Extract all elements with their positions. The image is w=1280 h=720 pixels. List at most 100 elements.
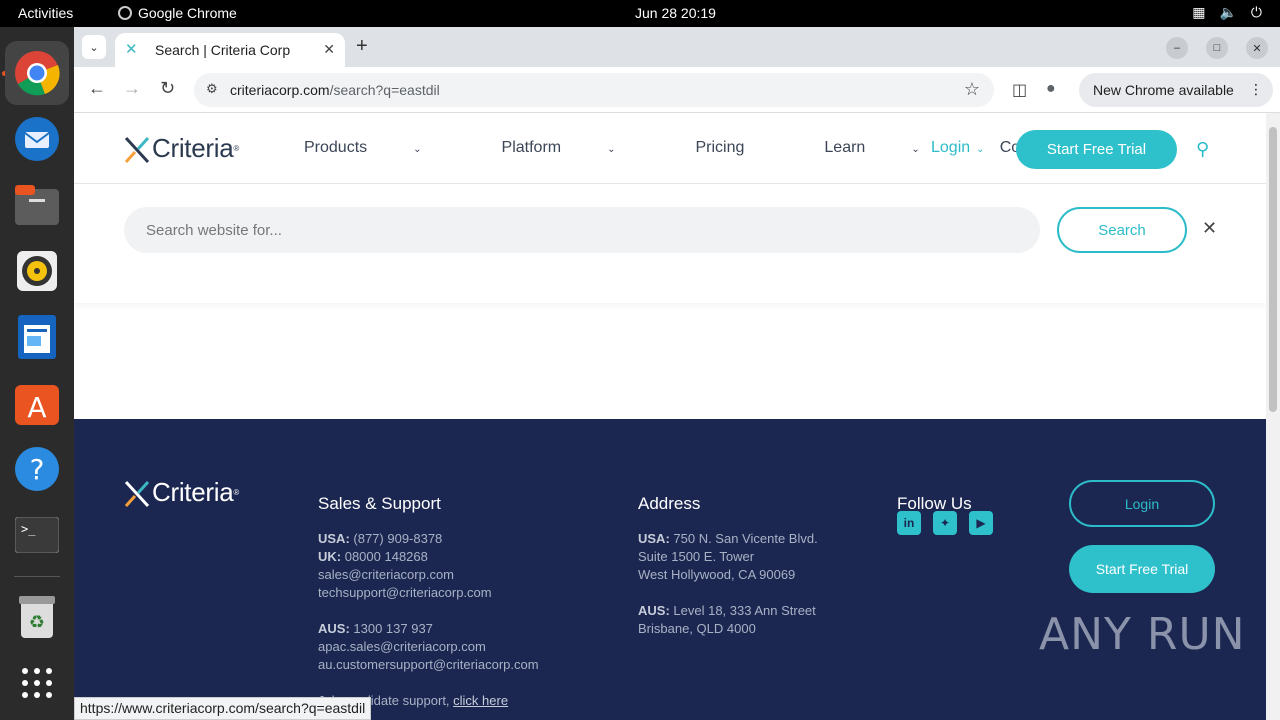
system-top-bar: Activities Google Chrome Jun 28 20:19 ▦ … [0, 0, 1280, 27]
chevron-down-icon: ⌄ [607, 144, 616, 155]
tab-strip: ⌄ ✕ Search | Criteria Corp ✕ + – □ ✕ [74, 27, 1280, 67]
search-input[interactable] [124, 207, 1040, 253]
addr-usa-label: USA: [638, 531, 670, 546]
addr-usa-line2: Suite 1500 E. Tower [638, 549, 755, 564]
youtube-icon[interactable]: ▶ [969, 511, 993, 535]
url-path: /search?q=eastdil [329, 82, 440, 98]
svg-text:>_: >_ [21, 522, 36, 536]
reload-button[interactable]: ↻ [160, 78, 175, 99]
addr-aus-label: AUS: [638, 603, 670, 618]
address-block: USA: 750 N. San Vicente Blvd. Suite 1500… [638, 530, 818, 638]
close-icon[interactable]: ✕ [1202, 218, 1217, 239]
browser-window: ⌄ ✕ Search | Criteria Corp ✕ + – □ ✕ ← →… [74, 27, 1280, 720]
apps-grid-icon[interactable] [5, 651, 69, 715]
browser-toolbar: ← → ↻ ⚙ criteriacorp.com/search?q=eastdi… [74, 67, 1280, 113]
web-page: Criteria ® Products ⌄ Platform ⌄ Pricing Le… [74, 113, 1266, 720]
usa-phone[interactable]: (877) 909-8378 [350, 531, 442, 546]
logo-text: Criteria [152, 133, 234, 163]
terminal-icon[interactable]: >_ [5, 503, 69, 567]
chrome-icon[interactable] [5, 41, 69, 105]
uk-phone[interactable]: 08000 148268 [341, 549, 428, 564]
help-icon[interactable]: ? [5, 437, 69, 501]
chevron-down-icon: ⌄ [413, 144, 422, 155]
activities-button[interactable]: Activities [18, 5, 73, 21]
twitter-icon[interactable]: ✦ [933, 511, 957, 535]
sales-email-link[interactable]: sales@criteriacorp.com [318, 566, 539, 584]
site-footer: Criteria ® Sales & Support USA: (877) 909… [74, 419, 1266, 720]
criteria-logo[interactable]: Criteria ® [124, 133, 239, 164]
writer-icon[interactable] [5, 305, 69, 369]
site-header: Criteria ® Products ⌄ Platform ⌄ Pricing Le… [74, 113, 1266, 184]
bookmark-star-icon[interactable]: ☆ [964, 79, 980, 100]
apac-email-link[interactable]: apac.sales@criteriacorp.com [318, 638, 539, 656]
update-label: New Chrome available [1093, 82, 1234, 98]
close-window-button[interactable]: ✕ [1246, 37, 1268, 59]
trash-icon[interactable]: ♻ [5, 585, 69, 649]
tab-search-button[interactable]: ⌄ [82, 35, 106, 59]
svg-text:♻: ♻ [29, 612, 45, 633]
footer-logo[interactable]: Criteria ® [124, 477, 239, 508]
footer-logo-text: Criteria [152, 477, 234, 507]
usa-label: USA: [318, 531, 350, 546]
tab-title: Search | Criteria Corp [155, 42, 291, 58]
page-scrollbar[interactable] [1266, 113, 1280, 720]
url-domain: criteriacorp.com [230, 82, 330, 98]
job-support-link[interactable]: click here [453, 693, 508, 708]
network-icon: ▦ [1192, 4, 1206, 20]
au-email-link[interactable]: au.customersupport@criteriacorp.com [318, 656, 539, 674]
maximize-button[interactable]: □ [1206, 37, 1228, 59]
tech-email-link[interactable]: techsupport@criteriacorp.com [318, 584, 539, 602]
address-bar[interactable]: ⚙ criteriacorp.com/search?q=eastdil ☆ [194, 73, 994, 107]
nav-pricing[interactable]: Pricing [696, 139, 785, 157]
nav-products-label: Products [304, 139, 368, 156]
volume-icon: 🔈 [1219, 4, 1237, 20]
search-icon[interactable]: ⚲ [1196, 139, 1209, 160]
footer-trial-button[interactable]: Start Free Trial [1069, 545, 1215, 593]
clock[interactable]: Jun 28 20:19 [635, 5, 716, 21]
back-button[interactable]: ← [88, 78, 106, 99]
addr-usa-line3: West Hollywood, CA 90069 [638, 567, 796, 582]
addr-usa-line1: 750 N. San Vicente Blvd. [669, 531, 818, 546]
footer-login-button[interactable]: Login [1069, 480, 1215, 527]
side-panel-icon[interactable]: ◫ [1012, 80, 1027, 100]
chevron-down-icon: ⌄ [976, 144, 985, 155]
start-free-trial-button[interactable]: Start Free Trial [1016, 130, 1177, 169]
dock: A ? >_ ♻ [0, 27, 74, 720]
forward-button[interactable]: → [123, 78, 141, 99]
appcenter-icon[interactable]: A [5, 371, 69, 435]
profile-icon[interactable]: ● [1046, 80, 1056, 98]
files-icon[interactable] [5, 173, 69, 237]
nav-platform-label: Platform [501, 139, 562, 156]
app-menu[interactable]: Google Chrome [118, 5, 237, 21]
rhythmbox-icon[interactable] [5, 239, 69, 303]
sales-support-block: USA: (877) 909-8378 UK: 08000 148268 sal… [318, 530, 539, 710]
criteria-logo-mark-icon [124, 480, 150, 507]
tab-active[interactable]: ✕ Search | Criteria Corp ✕ [115, 33, 345, 67]
address-title: Address [638, 494, 701, 513]
nav-platform[interactable]: Platform ⌄ [502, 139, 656, 157]
svg-text:?: ? [30, 453, 45, 486]
app-name: Google Chrome [138, 5, 237, 21]
linkedin-icon[interactable]: in [897, 511, 921, 535]
search-button[interactable]: Search [1057, 207, 1187, 253]
chevron-down-icon: ⌄ [911, 144, 920, 155]
system-tray[interactable]: ▦ 🔈 ⏻ [1192, 4, 1262, 21]
aus-phone[interactable]: 1300 137 937 [350, 621, 433, 636]
uk-label: UK: [318, 549, 342, 564]
addr-aus-line2: Brisbane, QLD 4000 [638, 621, 756, 636]
close-tab-icon[interactable]: ✕ [323, 41, 335, 58]
dock-separator [14, 576, 60, 577]
nav-products[interactable]: Products ⌄ [304, 139, 462, 157]
sales-support-title: Sales & Support [318, 494, 441, 513]
new-tab-button[interactable]: + [356, 35, 368, 58]
registered-mark: ® [233, 144, 240, 153]
addr-aus-line1: Level 18, 333 Ann Street [669, 603, 816, 618]
scrollbar-thumb[interactable] [1269, 127, 1277, 412]
login-link[interactable]: Login ⌄ [931, 139, 985, 157]
thunderbird-icon[interactable] [5, 107, 69, 171]
update-chrome-button[interactable]: New Chrome available ⋮ [1079, 73, 1273, 107]
nav-learn-label: Learn [824, 139, 866, 156]
minimize-button[interactable]: – [1166, 37, 1188, 59]
site-info-icon[interactable]: ⚙ [206, 81, 218, 97]
anyrun-watermark: ANY RUN [1039, 609, 1246, 660]
